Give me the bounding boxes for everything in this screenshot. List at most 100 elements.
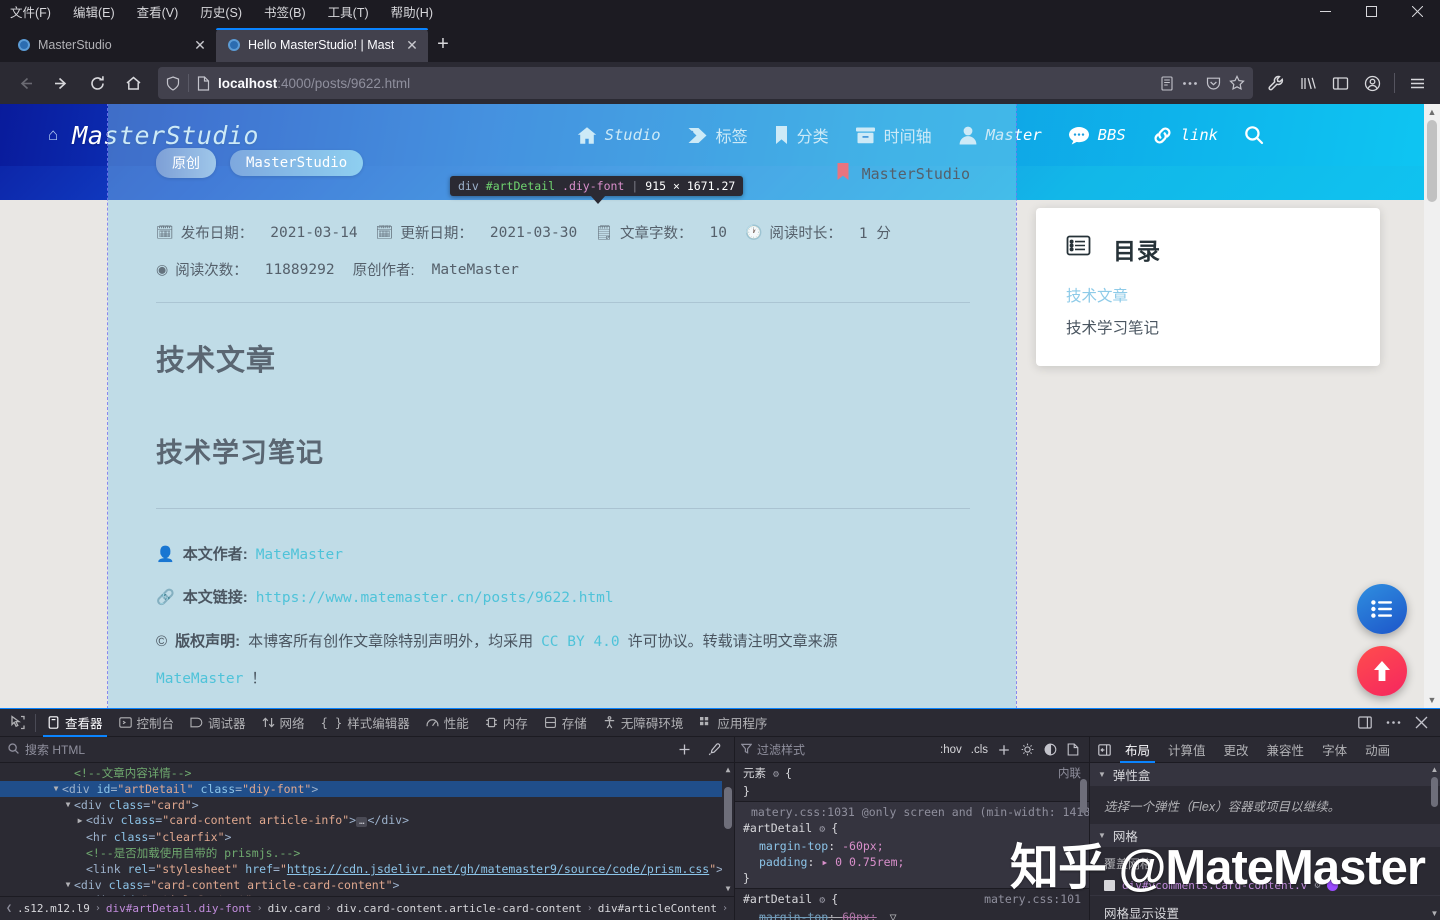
gear-icon[interactable]: ⚙: [773, 769, 785, 780]
forward-button[interactable]: [44, 67, 78, 99]
css-media-source[interactable]: matery.css:1031 @only screen and (min-wi…: [743, 804, 1089, 820]
markup-scrollbar[interactable]: ▲ ▼: [722, 763, 734, 896]
layout-tab-compatibility[interactable]: 兼容性: [1258, 738, 1314, 762]
gear-icon[interactable]: ⚙: [819, 895, 831, 906]
url-text[interactable]: localhost:4000/posts/9622.html: [218, 76, 1152, 91]
nav-item-search[interactable]: [1244, 125, 1264, 145]
toc-item-1[interactable]: 技术文章: [1066, 284, 1350, 306]
close-button[interactable]: [1394, 0, 1440, 22]
element-picker-icon[interactable]: [2, 710, 32, 736]
menu-file[interactable]: 文件(F): [6, 1, 55, 22]
devtools-tab-debugger[interactable]: 调试器: [182, 710, 254, 736]
css-declaration[interactable]: margin-top: -60px;: [743, 838, 1081, 854]
library-icon[interactable]: [1293, 67, 1323, 99]
plus-icon[interactable]: [994, 740, 1014, 760]
css-rules-list[interactable]: 元素 ⚙ { 内联 } matery.css:1031 @only screen…: [735, 763, 1089, 920]
css-property[interactable]: padding: [743, 855, 807, 869]
close-icon[interactable]: ✕: [190, 35, 210, 55]
css-property[interactable]: margin-top: [743, 910, 828, 920]
pocket-icon[interactable]: [1206, 76, 1221, 91]
devtools-tab-memory[interactable]: 内存: [477, 710, 536, 736]
scroll-down-arrow-icon[interactable]: ▼: [1429, 907, 1440, 920]
info-author-value[interactable]: MateMaster: [256, 544, 343, 566]
markup-line[interactable]: <!--文章内容详情-->: [0, 765, 734, 781]
breadcrumb-item[interactable]: div#articleContent: [598, 902, 717, 915]
scroll-up-arrow-icon[interactable]: ▲: [1424, 104, 1440, 120]
new-tab-button[interactable]: +: [428, 29, 458, 59]
devtools-tab-accessibility[interactable]: 无障碍环境: [595, 710, 692, 736]
twisty-icon[interactable]: ▼: [62, 797, 74, 813]
css-rule[interactable]: matery.css:1031 @only screen and (min-wi…: [735, 802, 1089, 889]
menu-edit[interactable]: 编辑(E): [69, 1, 119, 22]
copyright-source[interactable]: MateMaster: [156, 668, 243, 690]
markup-line[interactable]: <hr class="clearfix">: [0, 829, 734, 845]
cls-button[interactable]: .cls: [968, 744, 991, 756]
devtools-tab-console[interactable]: 控制台: [111, 710, 183, 736]
toc-fab-button[interactable]: [1357, 584, 1407, 634]
breadcrumb-item[interactable]: div.card: [268, 902, 321, 915]
menu-view[interactable]: 查看(V): [133, 1, 183, 22]
markup-line[interactable]: ▼ <div id="articleContent"> event: [0, 893, 734, 896]
dark-scheme-icon[interactable]: [1040, 740, 1060, 760]
copyright-license[interactable]: CC BY 4.0: [541, 631, 620, 653]
sidebar-icon[interactable]: [1325, 67, 1355, 99]
print-media-icon[interactable]: [1063, 740, 1083, 760]
twisty-icon[interactable]: ▼: [62, 877, 74, 893]
plus-icon[interactable]: [672, 739, 696, 761]
hov-button[interactable]: :hov: [937, 744, 965, 756]
meatball-menu-icon[interactable]: [1182, 81, 1198, 86]
sidebar-toggle-icon[interactable]: [1092, 738, 1116, 762]
light-scheme-icon[interactable]: [1017, 740, 1037, 760]
home-button[interactable]: [116, 67, 150, 99]
chip-original[interactable]: 原创: [156, 148, 216, 178]
url-bar[interactable]: localhost:4000/posts/9622.html: [158, 67, 1253, 99]
scroll-up-arrow-icon[interactable]: ▲: [722, 763, 734, 777]
markup-line[interactable]: <!--是否加载使用自带的 prismjs.-->: [0, 845, 734, 861]
scroll-to-top-button[interactable]: [1357, 646, 1407, 696]
scroll-up-arrow-icon[interactable]: ▲: [1429, 763, 1440, 776]
back-button[interactable]: [8, 67, 42, 99]
css-selector[interactable]: #artDetail: [743, 892, 812, 906]
search-icon[interactable]: [1244, 125, 1264, 145]
layout-tab-changes[interactable]: 更改: [1215, 738, 1258, 762]
devtools-tab-style-editor[interactable]: { } 样式编辑器: [313, 710, 418, 736]
breadcrumb-item[interactable]: div.card-content.article-card-content: [337, 902, 582, 915]
gear-icon[interactable]: ⚙: [819, 824, 831, 835]
scroll-down-arrow-icon[interactable]: ▼: [722, 882, 734, 896]
html-search-input[interactable]: 搜索 HTML: [25, 741, 666, 758]
devtools-tab-storage[interactable]: 存储: [536, 710, 595, 736]
devtools-tab-application[interactable]: 应用程序: [691, 710, 775, 736]
grid-display-settings-header[interactable]: 网格显示设置: [1090, 895, 1440, 920]
breadcrumb-item[interactable]: h1#toc-heading-2: [733, 902, 734, 915]
eyedropper-icon[interactable]: [702, 739, 726, 761]
markup-line-selected[interactable]: ▼ <div id="artDetail" class="diy-font">: [0, 781, 734, 797]
css-scrollbar[interactable]: [1078, 763, 1089, 920]
breadcrumb-item[interactable]: .s12.m12.l9: [17, 902, 90, 915]
browser-tab-2[interactable]: Hello MasterStudio! | Master ✕: [216, 28, 428, 62]
devtools-tab-performance[interactable]: 性能: [418, 710, 477, 736]
grid-overlay-item[interactable]: div#vcomments.card-content.v ⚙: [1090, 876, 1440, 895]
css-filter-input[interactable]: 过滤样式: [740, 741, 934, 758]
shield-icon[interactable]: [166, 75, 180, 91]
flexbox-section-header[interactable]: ▼ 弹性盒: [1090, 763, 1440, 787]
chevron-down-icon[interactable]: ▼: [1098, 770, 1106, 779]
browser-tab-1[interactable]: MasterStudio ✕: [6, 28, 216, 62]
layout-tab-animations[interactable]: 动画: [1356, 738, 1399, 762]
css-value[interactable]: -60px;: [842, 839, 884, 853]
html-markup-tree[interactable]: <!--文章内容详情--> ▼ <div id="artDetail" clas…: [0, 763, 734, 896]
breadcrumb-scroll-left-icon[interactable]: ❮: [6, 903, 12, 914]
bookmark-star-icon[interactable]: [1229, 75, 1245, 91]
layout-tab-layout[interactable]: 布局: [1116, 738, 1159, 763]
layout-tab-computed[interactable]: 计算值: [1159, 738, 1215, 762]
nav-item-bbs[interactable]: BBS: [1068, 126, 1126, 145]
reload-button[interactable]: [80, 67, 114, 99]
css-rule[interactable]: 元素 ⚙ { 内联 }: [735, 763, 1089, 802]
close-icon[interactable]: [1408, 711, 1434, 735]
maximize-button[interactable]: [1348, 0, 1394, 22]
layout-tab-fonts[interactable]: 字体: [1313, 738, 1356, 762]
chip-category[interactable]: MasterStudio: [230, 150, 364, 176]
menu-history[interactable]: 历史(S): [196, 1, 246, 22]
scrollbar-thumb[interactable]: [1080, 779, 1087, 813]
twisty-icon[interactable]: ▶: [74, 813, 86, 829]
scrollbar-thumb[interactable]: [1427, 120, 1437, 202]
